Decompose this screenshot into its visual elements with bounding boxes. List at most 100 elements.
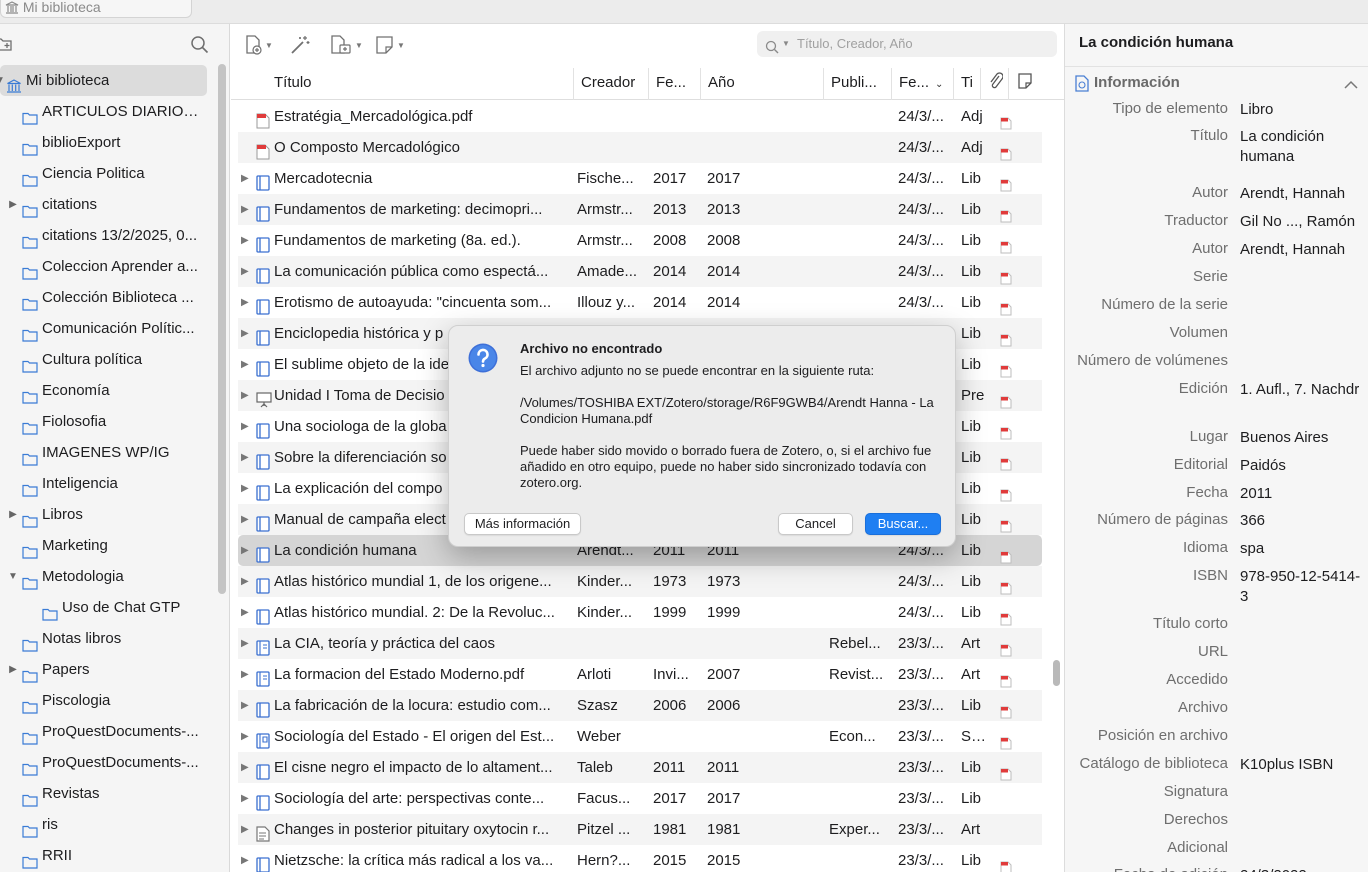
field-value[interactable]: Paidós (1240, 456, 1364, 476)
chevron-right-icon[interactable]: ▶ (8, 189, 18, 220)
collection-search-icon[interactable] (190, 35, 209, 58)
chevron-right-icon[interactable]: ▶ (241, 225, 249, 256)
chevron-right-icon[interactable]: ▶ (241, 690, 249, 721)
collection-item[interactable]: ▶ Papers (0, 654, 215, 685)
table-row[interactable]: ▶ Sociología del arte: perspectivas conte… (238, 783, 1042, 814)
field-value[interactable]: Libro (1240, 100, 1364, 120)
table-row[interactable]: O Composto Mercadológico 24/3/... Adj (238, 132, 1042, 163)
field-value[interactable]: 366 (1240, 511, 1364, 531)
column-header-date-added[interactable]: Fe... ⌄ (891, 68, 953, 100)
column-header-creator[interactable]: Creador (573, 68, 648, 100)
add-by-identifier-button[interactable] (289, 34, 311, 56)
table-row[interactable]: ▶ El cisne negro el impacto de lo altamen… (238, 752, 1042, 783)
table-row[interactable]: Estratégia_Mercadológica.pdf 24/3/... Adj (238, 101, 1042, 132)
chevron-right-icon[interactable]: ▶ (241, 287, 249, 318)
find-button[interactable]: Buscar... (865, 513, 941, 535)
chevron-right-icon[interactable]: ▶ (241, 442, 249, 473)
table-row[interactable]: ▶ La CIA, teoría y práctica del caos Rebel… (238, 628, 1042, 659)
chevron-right-icon[interactable]: ▶ (241, 504, 249, 535)
table-row[interactable]: ▶ La formacion del Estado Moderno.pdf Arlo… (238, 659, 1042, 690)
field-value[interactable]: 24/3/2022, (1240, 866, 1364, 872)
collection-item[interactable]: ris (0, 809, 215, 840)
table-row[interactable]: ▶ La fabricación de la locura: estudio co… (238, 690, 1042, 721)
library-tab[interactable]: Mi biblioteca (0, 0, 192, 18)
collection-item[interactable]: ▶ citations (0, 189, 215, 220)
chevron-right-icon[interactable]: ▶ (241, 163, 249, 194)
collection-item[interactable]: Ciencia Politica (0, 158, 215, 189)
collection-item[interactable]: ARTICULOS DIARIOS ... (0, 96, 215, 127)
collection-item[interactable]: Fiolosofia (0, 406, 215, 437)
chevron-right-icon[interactable]: ▶ (241, 814, 249, 845)
info-section-header[interactable]: Información (1075, 74, 1360, 94)
field-value[interactable]: spa (1240, 539, 1364, 559)
chevron-right-icon[interactable]: ▶ (241, 845, 249, 872)
collection-item[interactable]: Coleccion Aprender a... (0, 251, 215, 282)
chevron-right-icon[interactable]: ▶ (241, 411, 249, 442)
collection-item[interactable]: Piscologia (0, 685, 215, 716)
field-value[interactable]: K10plus ISBN (1240, 755, 1364, 775)
field-value[interactable]: La condición humana (1240, 127, 1352, 167)
chevron-right-icon[interactable]: ▶ (241, 721, 249, 752)
collection-item[interactable]: Comunicación Polític... (0, 313, 215, 344)
collection-item[interactable]: Economía (0, 375, 215, 406)
items-scrollbar[interactable] (1053, 660, 1060, 686)
collection-item[interactable]: ▼ Metodologia (0, 561, 215, 592)
table-row[interactable]: ▶ Mercadotecnia Fische... 2017 2017 24/3/... L… (238, 163, 1042, 194)
field-value[interactable]: Arendt, Hannah (1240, 184, 1364, 204)
chevron-right-icon[interactable]: ▶ (241, 659, 249, 690)
chevron-right-icon[interactable]: ▶ (241, 783, 249, 814)
column-header-title[interactable]: Título (274, 68, 574, 100)
column-header-attachments[interactable] (980, 68, 1008, 100)
field-value[interactable]: 2011 (1240, 484, 1364, 504)
chevron-right-icon[interactable]: ▶ (241, 380, 249, 411)
table-row[interactable]: ▶ Fundamentos de marketing: decimopri... A… (238, 194, 1042, 225)
collections-scrollbar[interactable] (218, 64, 226, 594)
column-header-year[interactable]: Año (700, 68, 823, 100)
collection-item[interactable]: Uso de Chat GTP (0, 592, 215, 623)
more-info-button[interactable]: Más información (464, 513, 581, 535)
collection-item[interactable]: Notas libros (0, 623, 215, 654)
field-value[interactable]: Arendt, Hannah (1240, 240, 1364, 260)
search-mode-chevron-icon[interactable]: ▼ (782, 31, 790, 57)
table-row[interactable]: ▶ Fundamentos de marketing (8a. ed.). Arms… (238, 225, 1042, 256)
chevron-right-icon[interactable]: ▶ (241, 535, 249, 566)
column-header-publication[interactable]: Publi... (823, 68, 891, 100)
chevron-right-icon[interactable]: ▶ (241, 566, 249, 597)
add-attachment-button[interactable]: ▼ (329, 34, 363, 56)
table-row[interactable]: ▶ Atlas histórico mundial 1, de los orige… (238, 566, 1042, 597)
chevron-right-icon[interactable]: ▶ (8, 499, 18, 530)
table-row[interactable]: ▶ La comunicación pública como espectá...… (238, 256, 1042, 287)
collection-item[interactable]: Inteligencia (0, 468, 215, 499)
pdf-attachment-icon[interactable] (1000, 854, 1012, 872)
field-value[interactable]: Gil No ..., Ramón (1240, 212, 1364, 232)
collection-item[interactable]: RRII (0, 840, 215, 871)
chevron-up-icon[interactable] (1344, 76, 1358, 93)
collection-item[interactable]: ProQuestDocuments-... (0, 747, 215, 778)
chevron-right-icon[interactable]: ▶ (8, 654, 18, 685)
new-collection-icon[interactable] (0, 36, 14, 56)
cancel-button[interactable]: Cancel (778, 513, 853, 535)
chevron-right-icon[interactable]: ▶ (241, 752, 249, 783)
new-note-button[interactable]: ▼ (375, 34, 405, 56)
collection-item[interactable]: ▶ Libros (0, 499, 215, 530)
chevron-right-icon[interactable]: ▶ (241, 318, 249, 349)
column-header-date[interactable]: Fe... (648, 68, 700, 100)
table-row[interactable]: ▶ Sociología del Estado - El origen del E… (238, 721, 1042, 752)
collection-item[interactable]: Marketing (0, 530, 215, 561)
table-row[interactable]: ▶ Atlas histórico mundial. 2: De la Revol… (238, 597, 1042, 628)
chevron-right-icon[interactable]: ▶ (241, 597, 249, 628)
chevron-right-icon[interactable]: ▶ (241, 194, 249, 225)
table-row[interactable]: ▶ Nietzsche: la crítica más radical a los… (238, 845, 1042, 872)
collection-my-library[interactable]: ▼ Mi biblioteca (0, 65, 207, 96)
items-search-input[interactable]: ▼ Título, Creador, Año (757, 31, 1057, 57)
chevron-down-icon[interactable]: ▼ (8, 561, 18, 592)
collection-item[interactable]: Revistas (0, 778, 215, 809)
field-value[interactable]: 978-950-12-5414-3 (1240, 567, 1364, 607)
chevron-right-icon[interactable]: ▶ (241, 349, 249, 380)
chevron-right-icon[interactable]: ▶ (241, 256, 249, 287)
field-value[interactable]: Buenos Aires (1240, 428, 1364, 448)
field-value[interactable]: 1. Aufl., 7. Nachdr (1240, 380, 1364, 400)
column-header-type[interactable]: Ti (953, 68, 980, 100)
collection-item[interactable]: ProQuestDocuments-... (0, 716, 215, 747)
table-row[interactable]: ▶ Changes in posterior pituitary oxytocin… (238, 814, 1042, 845)
